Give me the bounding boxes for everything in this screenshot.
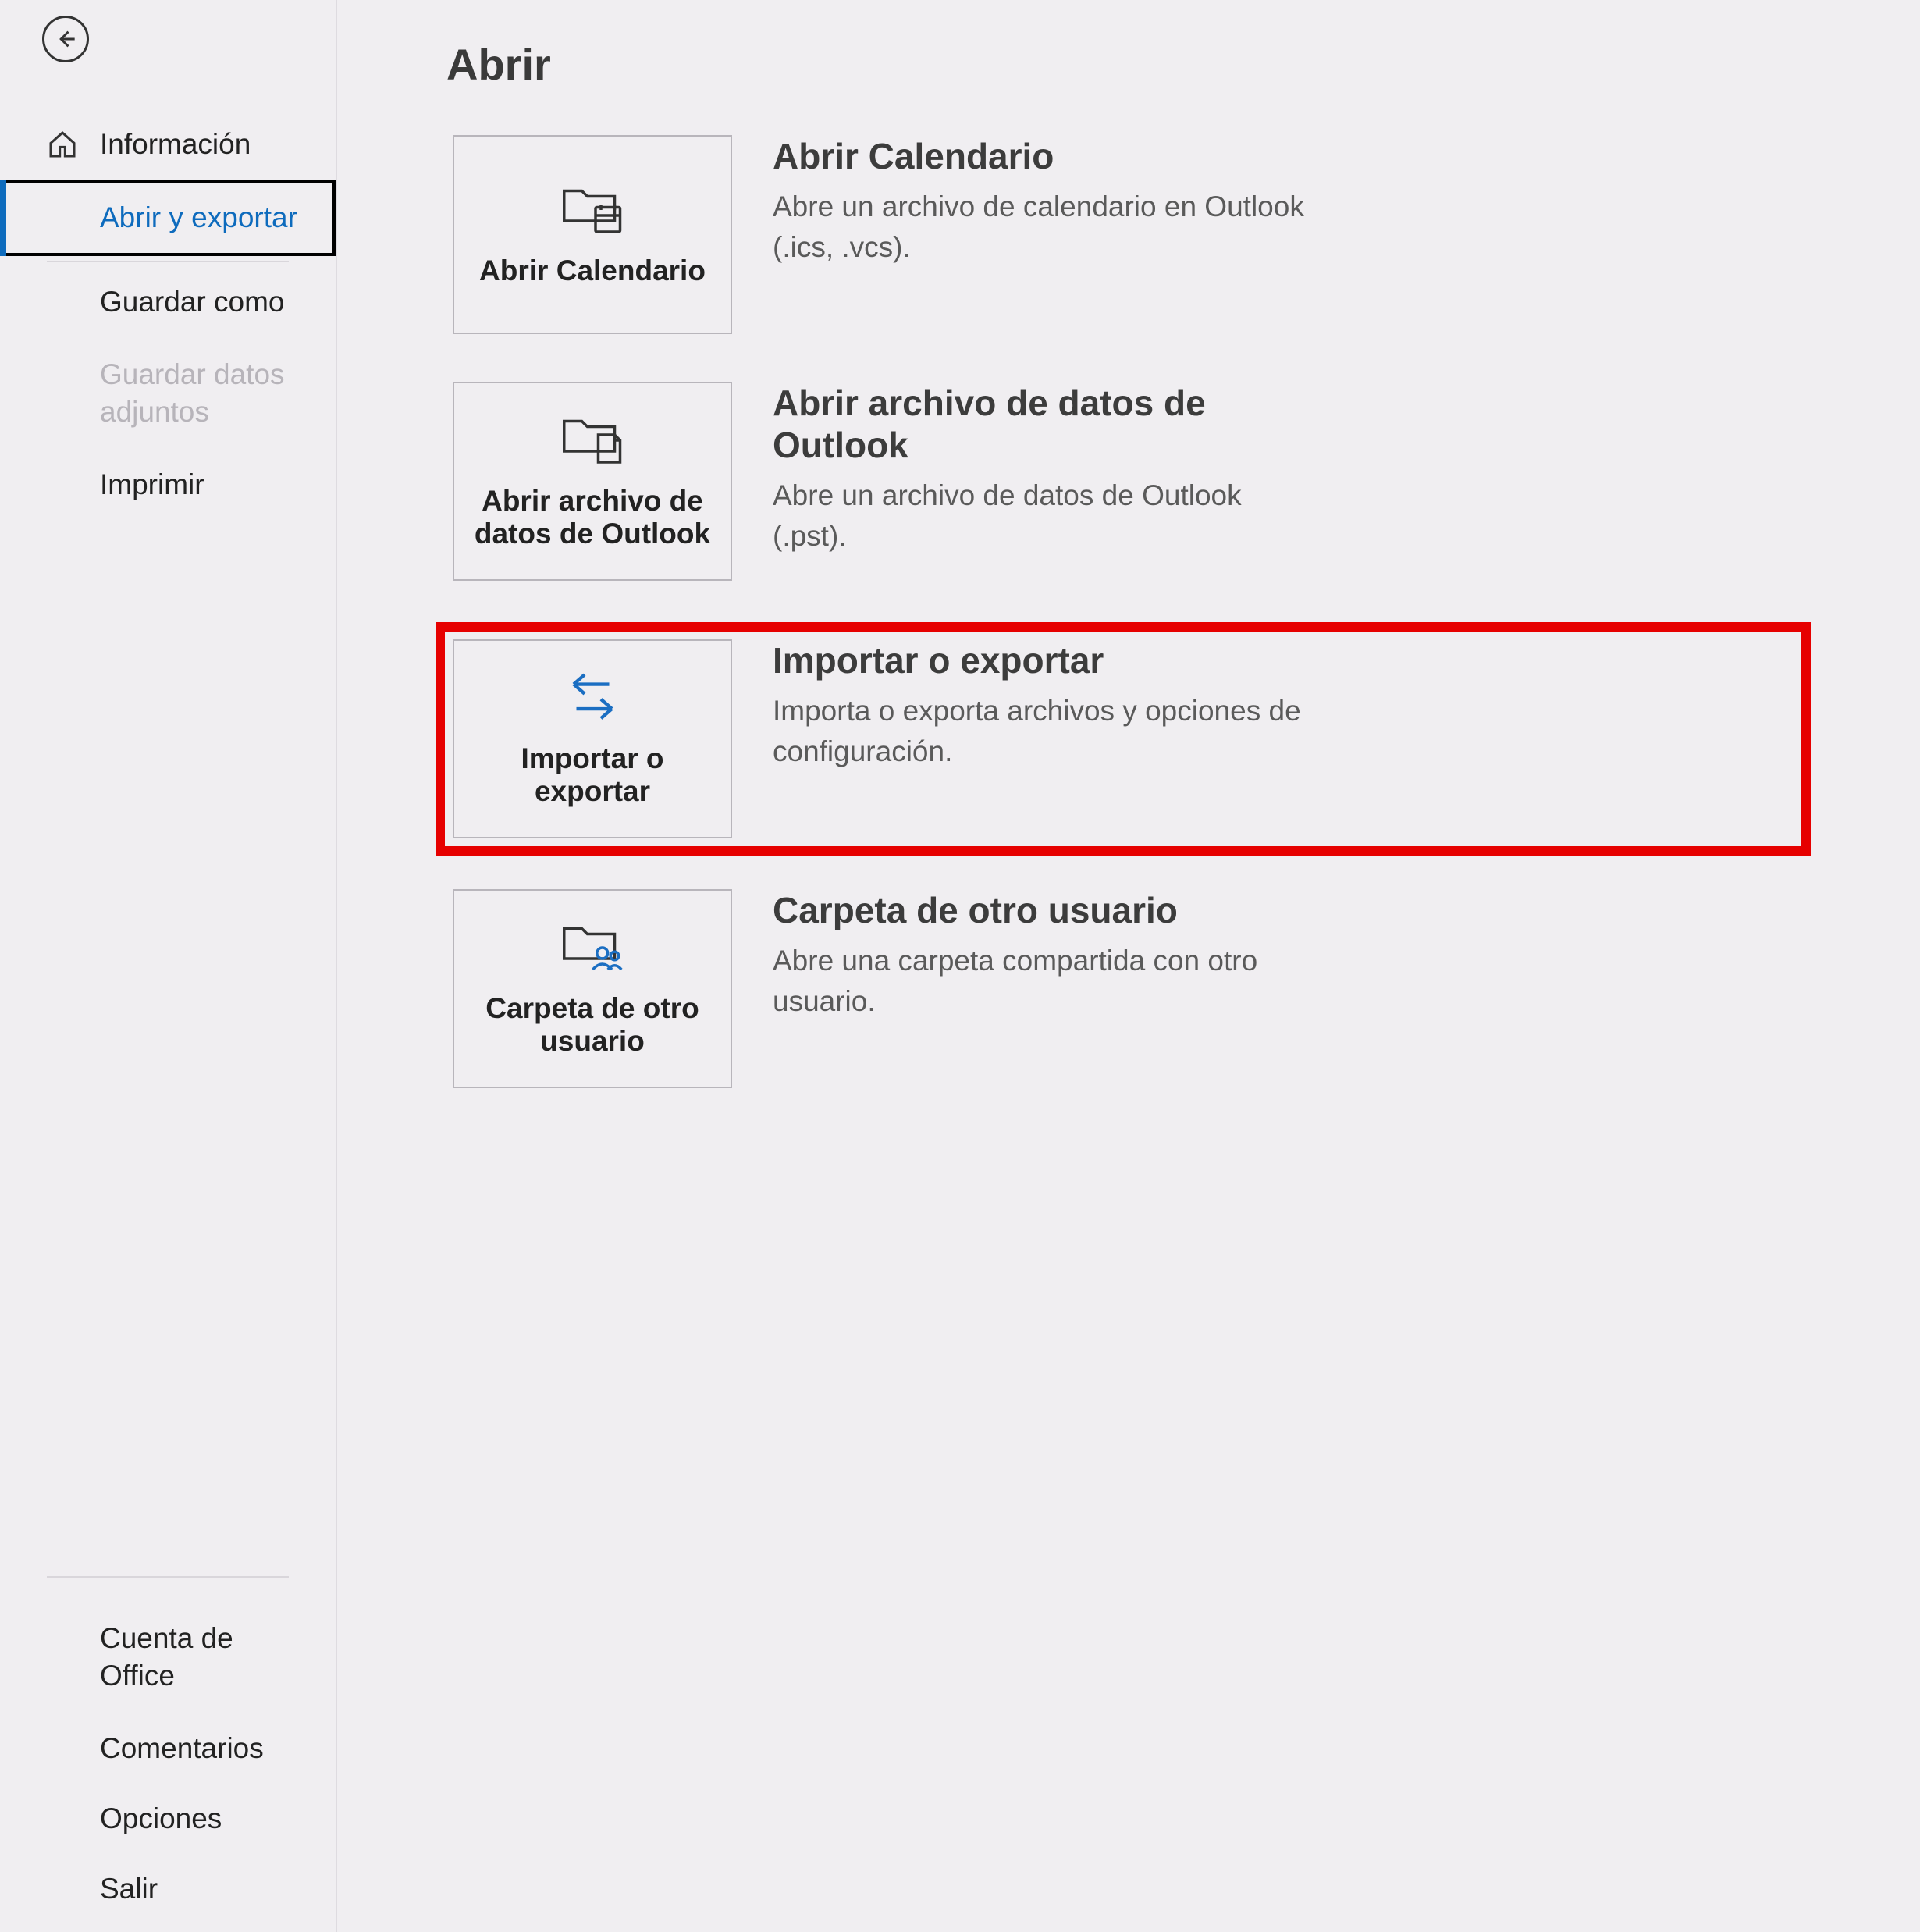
option-import-export: Importar o exportar Importar o exportar … — [436, 622, 1811, 856]
import-export-button[interactable]: Importar o exportar — [453, 639, 732, 838]
sidebar-item-save-attachments: Guardar datos adjuntos — [0, 337, 336, 450]
option-other-user-folder: Carpeta de otro usuario Carpeta de otro … — [446, 883, 1811, 1094]
sidebar-item-label: Opciones — [100, 1802, 222, 1835]
sidebar-item-info[interactable]: Información — [0, 109, 336, 180]
option-text: Carpeta de otro usuario Abre una carpeta… — [773, 889, 1319, 1022]
tile-label: Abrir Calendario — [479, 254, 706, 287]
option-text: Abrir Calendario Abre un archivo de cale… — [773, 135, 1319, 268]
option-title: Abrir Calendario — [773, 135, 1319, 177]
sidebar-item-save-as[interactable]: Guardar como — [0, 267, 336, 337]
option-open-data-file: Abrir archivo de datos de Outlook Abrir … — [446, 375, 1811, 587]
other-user-folder-button[interactable]: Carpeta de otro usuario — [453, 889, 732, 1088]
sidebar-item-label: Imprimir — [100, 468, 204, 501]
folder-file-icon — [560, 413, 626, 468]
home-icon — [47, 129, 78, 160]
sidebar-item-options[interactable]: Opciones — [0, 1784, 336, 1854]
option-open-calendar: Abrir Calendario Abrir Calendario Abre u… — [446, 129, 1811, 340]
tile-label: Abrir archivo de datos de Outlook — [470, 485, 715, 550]
sidebar-item-print[interactable]: Imprimir — [0, 450, 336, 520]
sidebar: Información Abrir y exportar Guardar com… — [0, 0, 337, 1932]
divider — [47, 261, 289, 262]
page-title: Abrir — [446, 39, 1811, 90]
option-title: Carpeta de otro usuario — [773, 889, 1319, 931]
option-description: Importa o exporta archivos y opciones de… — [773, 691, 1319, 772]
import-export-icon — [560, 671, 626, 725]
sidebar-item-open-export[interactable]: Abrir y exportar — [0, 180, 336, 256]
option-title: Importar o exportar — [773, 639, 1319, 681]
tile-label: Carpeta de otro usuario — [470, 992, 715, 1058]
open-data-file-button[interactable]: Abrir archivo de datos de Outlook — [453, 382, 732, 581]
option-title: Abrir archivo de datos de Outlook — [773, 382, 1319, 466]
option-text: Abrir archivo de datos de Outlook Abre u… — [773, 382, 1319, 557]
arrow-left-icon — [55, 28, 76, 50]
divider — [47, 1576, 289, 1578]
sidebar-item-label: Guardar datos adjuntos — [100, 356, 303, 431]
sidebar-item-label: Comentarios — [100, 1732, 264, 1765]
sidebar-item-label: Información — [100, 128, 251, 161]
option-description: Abre un archivo de calendario en Outlook… — [773, 187, 1319, 268]
folder-user-icon — [560, 920, 626, 975]
sidebar-item-office-account[interactable]: Cuenta de Office — [0, 1601, 336, 1713]
sidebar-item-label: Guardar como — [100, 286, 285, 318]
tile-label: Importar o exportar — [470, 742, 715, 808]
content: Abrir Abrir Calendario Abrir Calendario … — [337, 0, 1920, 1932]
sidebar-item-label: Cuenta de Office — [100, 1620, 272, 1695]
open-calendar-button[interactable]: Abrir Calendario — [453, 135, 732, 334]
option-description: Abre un archivo de datos de Outlook (.ps… — [773, 475, 1319, 557]
sidebar-item-comments[interactable]: Comentarios — [0, 1713, 336, 1784]
sidebar-item-label: Abrir y exportar — [100, 201, 297, 234]
sidebar-item-label: Salir — [100, 1873, 158, 1905]
folder-calendar-icon — [560, 183, 626, 237]
back-button[interactable] — [42, 16, 89, 62]
option-description: Abre una carpeta compartida con otro usu… — [773, 941, 1319, 1022]
sidebar-item-exit[interactable]: Salir — [0, 1854, 336, 1924]
option-text: Importar o exportar Importa o exporta ar… — [773, 639, 1319, 772]
sidebar-bottom: Cuenta de Office Comentarios Opciones Sa… — [0, 1571, 336, 1932]
